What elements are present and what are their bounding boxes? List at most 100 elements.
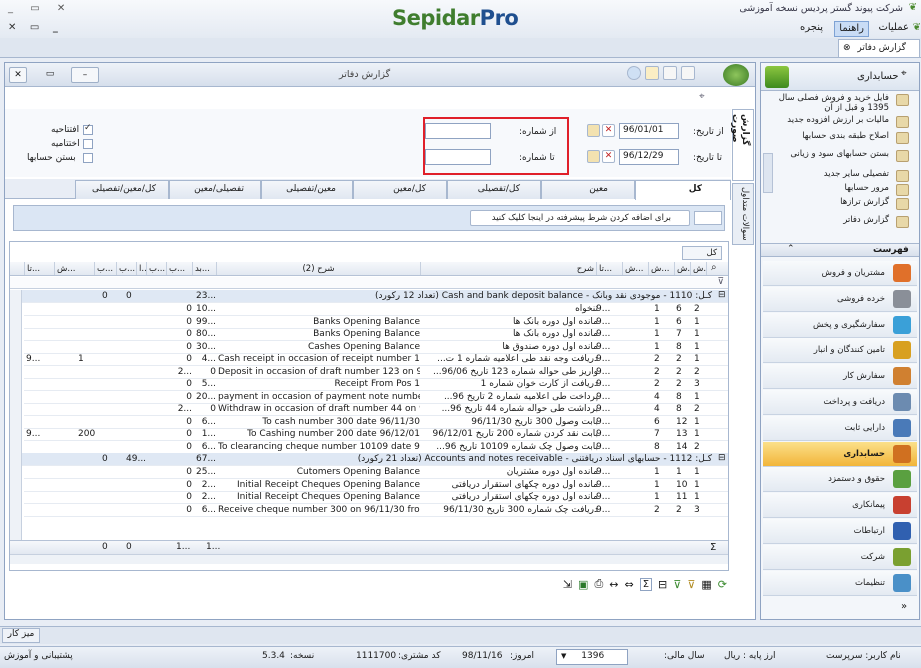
module-item[interactable]: دریافت و پرداخت [763,390,917,415]
table-row[interactable]: 1 13 7 9... بابت نقد کردن شماره 200 تاری… [24,428,728,441]
mdi-minimize-icon[interactable]: _ [53,22,58,33]
table-row[interactable]: 3 2 2 9... دریافت از کارت خوان شماره 1 R… [24,378,728,391]
table-row[interactable]: 1 2 2 9... دریافت وجه نقد طی اعلامیه شما… [24,353,728,366]
refresh-icon[interactable] [627,66,641,80]
tab-general[interactable]: کل [635,180,731,200]
table-row[interactable]: 2 6 1 9... تنخواه 10... 0 [24,303,728,316]
sidebar-shortcut[interactable]: فایل خرید و فروش فصلی سال 1395 و قبل از … [765,93,911,113]
table-row[interactable]: 1 10 1 9... مانده اول دوره چکهای استقرار… [24,479,728,492]
col-header-b5[interactable]: ب... [94,262,116,275]
group-row[interactable]: ⊟ کـل: 1112 - حسابهای اسناد دریافتنی - A… [10,453,728,466]
mdi-close-icon[interactable]: ✕ [8,22,16,33]
col-header-b2[interactable]: ب... [166,262,192,275]
collapse-icon[interactable]: ⌃ [787,244,795,254]
module-item[interactable]: مشتریان و فروش [763,261,917,286]
save-filter-icon[interactable] [681,66,695,80]
opening-checkbox[interactable] [83,123,93,135]
table-row[interactable]: 2 2 2 9... واریز طی حواله شماره 123 تاری… [24,366,728,379]
advanced-filter-icon[interactable]: ⊽ [673,578,681,591]
pin-icon[interactable]: ⌖ [699,91,705,102]
sidebar-pin-icon[interactable]: ⌖ [901,68,907,79]
refresh-grid-icon[interactable]: ⟳ [718,578,727,591]
col-header-desc2[interactable]: شرح (2) [216,262,420,275]
module-item[interactable]: ارتباطات [763,519,917,544]
close-icon[interactable]: ✕ [57,3,65,14]
module-item[interactable]: تنظیمات [763,570,917,596]
vertical-scrollbar[interactable] [10,290,22,540]
col-header-b3[interactable]: ب... [146,262,166,275]
from-date-input[interactable]: 96/01/01 [619,123,679,139]
mdi-restore-icon[interactable]: ▭ [30,22,39,33]
horizontal-scrollbar[interactable] [10,554,728,564]
fit-width-icon[interactable]: ⇔ [624,578,633,591]
tab-subsidiary-detail[interactable]: معین/تفصیلی [261,180,353,199]
expand-icon[interactable]: ↔ [609,578,618,591]
excel-icon[interactable]: ▣ [578,578,588,591]
tab-detail-subsidiary[interactable]: تفصیلی/معین [169,180,261,199]
side-tab-faq[interactable]: سوالات متداول [732,183,754,245]
sidebar-shortcut[interactable]: مالیات بر ارزش افزوده جدید [765,115,911,128]
module-item[interactable]: شرکت [763,544,917,570]
group-icon[interactable]: ⊟ [658,578,667,591]
columns-icon[interactable]: ▦ [701,578,711,591]
col-header-3[interactable]: ش... [648,262,674,275]
col-header-sh[interactable]: ش... [54,262,94,275]
print-icon[interactable]: ⎙ [594,577,603,591]
module-item[interactable]: خرده فروشی [763,286,917,312]
closing-checkbox[interactable] [83,139,93,149]
module-item[interactable]: حقوق و دستمزد [763,467,917,493]
expand-sidebar-icon[interactable]: » [901,601,907,612]
col-header-ta[interactable]: تا... [24,262,54,275]
group-row[interactable]: ⊟ کـل: 1110 - موجودی نقد وبانک - Cash an… [10,290,728,303]
col-header-debit[interactable]: بد... [192,262,216,275]
filter-icon[interactable]: ⊽ [687,578,695,591]
tab-general-subsidiary-detail[interactable]: کل/معین/تفصیلی [75,180,169,199]
report-minimize-icon[interactable]: – [71,67,99,83]
table-row[interactable]: 1 7 1 9... مانده اول دوره بانک ها Banks … [24,328,728,341]
grid-filter-row[interactable]: ⊽ [10,277,728,289]
sidebar-shortcut[interactable]: اصلاح طبقه بندی حسابها [765,131,911,144]
collapse-group-icon[interactable]: ⊟ [718,290,726,300]
col-header-b4[interactable]: ب... [116,262,136,275]
group-by-box[interactable]: کل [682,246,722,260]
menu-window[interactable]: پنجره [796,21,827,37]
desk-button[interactable]: میز کار [2,628,40,643]
table-row[interactable]: 1 1 1 9... مانده اول دوره مشتریان Cutome… [24,466,728,479]
sidebar-shortcut[interactable]: تفصیلی سایر جدید [765,169,911,182]
col-header-4[interactable]: ش... [622,262,648,275]
sum-icon[interactable]: Σ [639,577,653,591]
table-row[interactable]: 1 12 6 9... بابت وصول 300 تاریخ 96/11/30… [24,416,728,429]
module-item[interactable]: پیمانکاری [763,493,917,519]
tab-subsidiary[interactable]: معین [541,180,635,199]
to-date-clear-icon[interactable]: ✕ [602,150,615,163]
restore-icon[interactable]: ▭ [30,3,39,14]
module-item[interactable]: حسابداری [763,441,917,467]
module-item[interactable]: سفارشگیری و پخش [763,312,917,338]
minimize-icon[interactable]: _ [8,3,13,14]
table-row[interactable]: 3 2 2 9... دریافت چک شماره 300 تاریخ 96/… [24,504,728,517]
collapse-group-icon[interactable]: ⊟ [718,453,726,463]
sidebar-shortcut[interactable]: بستن حسابهای سود و زیانی [765,149,911,162]
side-tab-report-form[interactable]: گزارش صورت [730,109,754,181]
doc-tab-close-icon[interactable]: ⊗ [843,43,851,53]
col-header-5[interactable]: تا... [596,262,622,275]
table-row[interactable]: 1 8 4 9... پرداخت طی اعلامیه شماره 2 تار… [24,391,728,404]
table-row[interactable]: 1 8 1 9... مانده اول دوره صندوق ها Cashe… [24,341,728,354]
report-close-icon[interactable]: ✕ [9,67,27,83]
sidebar-shortcut[interactable]: گزارش دفاتر [765,215,911,228]
support-link[interactable]: پشتیبانی و آموزش [4,651,73,661]
table-row[interactable]: 1 11 1 9... مانده اول دوره چکهای استقرار… [24,491,728,504]
sidebar-shortcut[interactable]: مرور حسابها [765,183,911,196]
grid-search-icon[interactable]: ⌕ [706,262,728,275]
tab-general-subsidiary[interactable]: کل/معین [353,180,447,199]
col-header-desc[interactable]: شرح [420,262,596,275]
report-restore-icon[interactable]: ▭ [41,67,59,83]
close-accounts-checkbox[interactable] [83,153,93,163]
from-date-clear-icon[interactable]: ✕ [602,124,615,137]
menu-operations[interactable]: عملیات [874,21,913,37]
export-icon[interactable]: ⇲ [563,578,572,591]
col-header-1[interactable]: ش... [690,262,706,275]
menu-help[interactable]: راهنما [834,21,869,37]
col-header-2[interactable]: ش... [674,262,690,275]
sidebar-shortcut[interactable]: گزارش ترازها [765,197,911,210]
